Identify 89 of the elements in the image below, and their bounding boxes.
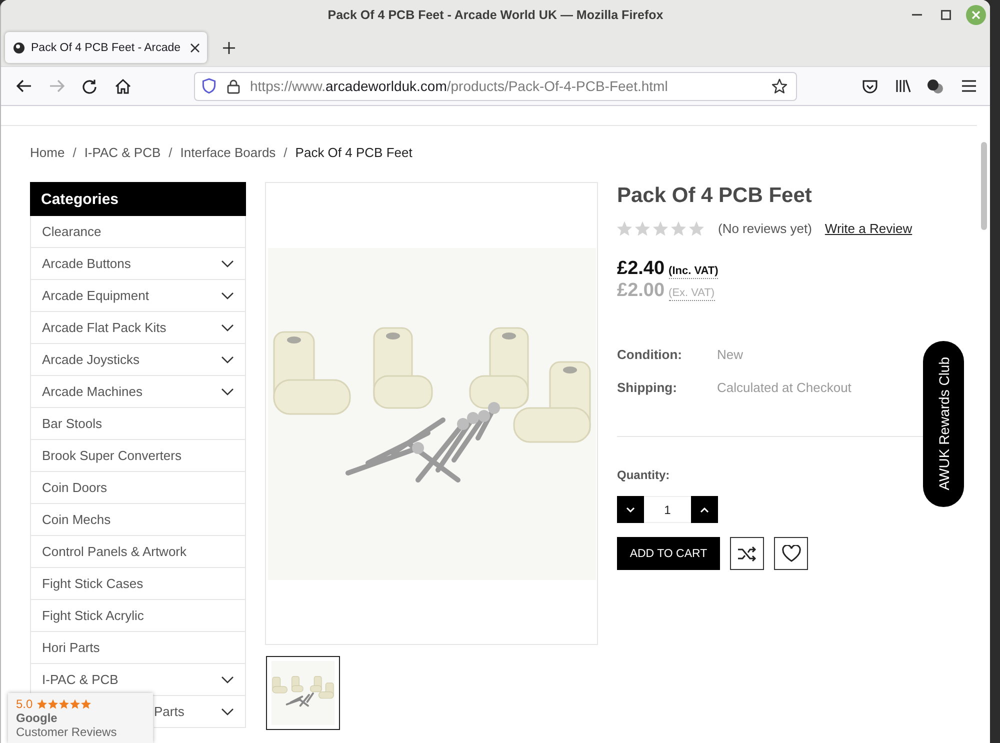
star-icon bbox=[36, 698, 47, 708]
chevron-down-icon[interactable] bbox=[221, 708, 234, 716]
star-icon bbox=[70, 698, 80, 708]
shield-icon[interactable] bbox=[202, 78, 216, 94]
browser-tab[interactable]: Pack Of 4 PCB Feet - Arcade bbox=[5, 32, 207, 63]
price: £2.00 bbox=[617, 280, 665, 302]
chevron-down-icon[interactable] bbox=[221, 676, 234, 684]
breadcrumb-separator: / bbox=[72, 144, 76, 162]
category-item[interactable]: Arcade Flat Pack Kits bbox=[30, 312, 246, 344]
window-title: Pack Of 4 PCB Feet - Arcade World UK — Mozilla Firefox bbox=[328, 8, 664, 22]
sidebar-heading: Categories bbox=[30, 182, 246, 216]
write-review-link[interactable]: Write a Review bbox=[824, 220, 912, 236]
wishlist-button[interactable] bbox=[774, 537, 808, 570]
badge-brand: Google bbox=[16, 711, 58, 725]
star-icon bbox=[653, 220, 668, 236]
url-text: https://www.arcadeworlduk.com/products/Pack-Of-4-PCB-Feet.html bbox=[250, 78, 668, 94]
menu-icon[interactable] bbox=[962, 80, 976, 92]
lock-icon[interactable] bbox=[227, 78, 240, 94]
detail-value: New bbox=[717, 346, 744, 364]
category-item[interactable]: Coin Mechs bbox=[30, 504, 246, 536]
category-item[interactable]: Coin Doors bbox=[30, 472, 246, 504]
plus-icon[interactable] bbox=[223, 42, 235, 54]
two-circles-icon[interactable] bbox=[927, 78, 944, 94]
review-count: (No reviews yet) bbox=[718, 220, 812, 236]
library-icon[interactable] bbox=[894, 79, 910, 93]
breadcrumb-link[interactable]: I-PAC & PCB bbox=[84, 144, 161, 162]
category-item[interactable]: Arcade Equipment bbox=[30, 280, 246, 312]
google-reviews-badge[interactable]: 5.0 Google Customer Reviews bbox=[8, 693, 153, 743]
breadcrumb-link[interactable]: Home bbox=[30, 144, 65, 162]
breadcrumb-current: Pack Of 4 PCB Feet bbox=[295, 144, 412, 162]
category-item[interactable]: Bar Stools bbox=[30, 408, 246, 440]
chevron-down-icon[interactable] bbox=[221, 292, 234, 300]
category-item[interactable]: Fight Stick Acrylic bbox=[30, 600, 246, 632]
star-icon bbox=[617, 220, 632, 236]
chevron-up-icon bbox=[700, 506, 709, 512]
rewards-club-tab[interactable]: AWUK Rewards Club bbox=[923, 341, 964, 507]
shuffle-icon bbox=[737, 546, 757, 562]
star-icon bbox=[635, 220, 650, 236]
pcb-feet-drawing bbox=[271, 661, 335, 725]
category-item[interactable]: Hori Parts bbox=[30, 632, 246, 664]
add-to-cart-button[interactable]: ADD TO CART bbox=[617, 537, 720, 570]
price: £2.40 bbox=[617, 258, 665, 280]
category-item[interactable]: Arcade Machines bbox=[30, 376, 246, 408]
category-item[interactable]: Fight Stick Cases bbox=[30, 568, 246, 600]
detail-label: Shipping: bbox=[617, 379, 677, 397]
breadcrumb-separator: / bbox=[168, 144, 172, 162]
minimize-icon[interactable] bbox=[912, 14, 922, 16]
tax-label: (Inc. VAT) bbox=[668, 265, 718, 279]
badge-caption: Customer Reviews bbox=[16, 725, 117, 739]
thumbnail-button[interactable] bbox=[266, 656, 340, 730]
close-icon[interactable] bbox=[190, 42, 200, 52]
star-icon bbox=[671, 220, 686, 236]
breadcrumb-link[interactable]: Interface Boards bbox=[180, 144, 276, 162]
star-icon bbox=[58, 698, 69, 708]
reload-icon[interactable] bbox=[82, 78, 97, 94]
quantity-field[interactable]: 1 bbox=[644, 496, 691, 523]
detail-value: Calculated at Checkout bbox=[717, 379, 852, 397]
quantity-label: Quantity: bbox=[617, 467, 670, 483]
back-arrow-icon[interactable] bbox=[16, 79, 32, 93]
rating-score: 5.0 bbox=[16, 696, 33, 710]
maximize-icon[interactable] bbox=[941, 10, 951, 20]
bookmark-star-icon[interactable] bbox=[771, 78, 788, 94]
breadcrumb-separator: / bbox=[284, 144, 288, 162]
increase-button[interactable] bbox=[691, 496, 718, 523]
category-item[interactable]: Control Panels & Artwork bbox=[30, 536, 246, 568]
url-field[interactable]: https://www.arcadeworlduk.com/products/Pack-Of-4-PCB-Feet.html bbox=[194, 72, 797, 100]
compare-button[interactable] bbox=[730, 537, 764, 570]
category-item[interactable]: Arcade Buttons bbox=[30, 248, 246, 280]
chevron-down-icon[interactable] bbox=[221, 260, 234, 268]
decrease-button[interactable] bbox=[617, 496, 644, 523]
category-item[interactable]: Parts bbox=[154, 696, 246, 728]
chevron-down-icon[interactable] bbox=[221, 388, 234, 396]
home-icon[interactable] bbox=[114, 78, 130, 94]
star-icon bbox=[48, 698, 58, 708]
category-item[interactable]: Clearance bbox=[30, 216, 246, 248]
star-icon bbox=[80, 698, 91, 708]
detail-label: Condition: bbox=[617, 346, 682, 364]
chevron-down-icon[interactable] bbox=[221, 356, 234, 364]
category-item[interactable]: Brook Super Converters bbox=[30, 440, 246, 472]
chevron-down-icon bbox=[626, 506, 635, 512]
category-item[interactable]: Arcade Joysticks bbox=[30, 344, 246, 376]
star-icon bbox=[689, 220, 704, 236]
site-icon bbox=[13, 41, 25, 54]
scrollbar-thumb[interactable] bbox=[981, 142, 987, 230]
pocket-icon[interactable] bbox=[862, 78, 878, 94]
product-title: Pack Of 4 PCB Feet bbox=[617, 183, 813, 209]
tax-label: (Ex. VAT) bbox=[668, 287, 715, 301]
chevron-down-icon[interactable] bbox=[221, 324, 234, 332]
heart-icon bbox=[782, 545, 800, 562]
